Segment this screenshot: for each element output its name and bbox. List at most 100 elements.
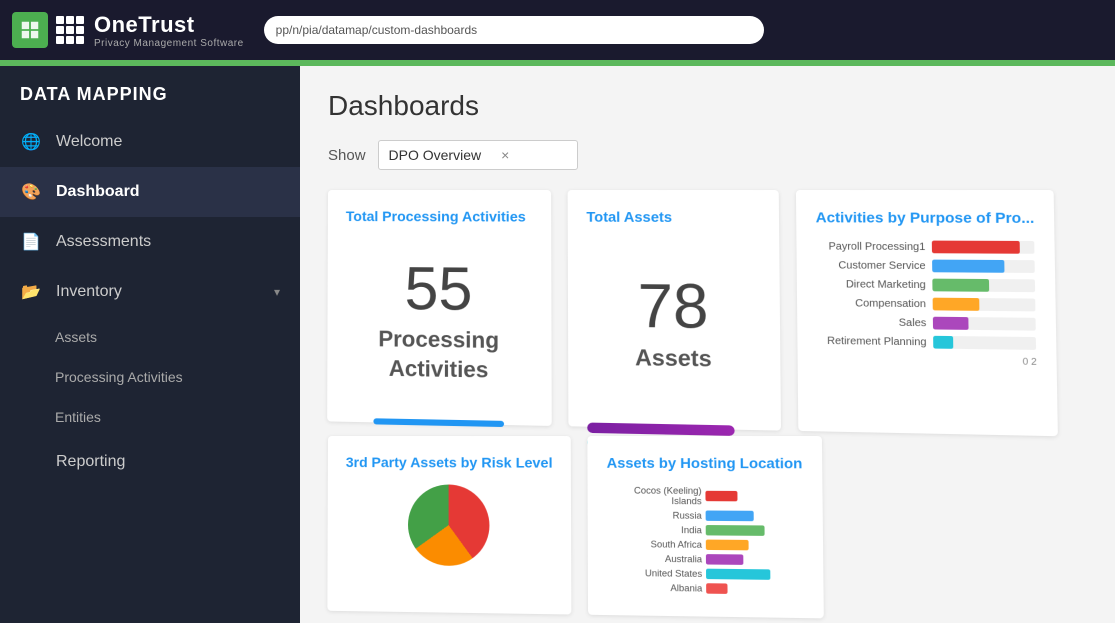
card-hosting: Assets by Hosting Location Cocos (Keelin… [588,436,824,618]
chart-bar-fill [933,317,969,330]
chevron-down-icon: ▾ [274,285,280,299]
chart-bar-label: Customer Service [816,259,926,271]
card-activities-purpose: Activities by Purpose of Pro... Payroll … [796,190,1058,436]
card-title-purpose: Activities by Purpose of Pro... [816,209,1035,226]
assets-number: 78 [638,275,709,338]
hosting-bar [706,525,765,536]
chart-bar-label: Retirement Planning [817,335,927,348]
hosting-row: India [607,524,803,536]
sidebar-item-label: Inventory [56,283,122,301]
chart-row: Payroll Processing1 [816,240,1035,254]
sidebar-item-inventory[interactable]: 📂 Inventory ▾ [0,267,300,317]
card-title-hosting: Assets by Hosting Location [607,454,803,471]
sidebar-item-label: Dashboard [56,183,140,201]
main-layout: DATA MAPPING 🌐 Welcome 🎨 Dashboard 📄 Ass… [0,66,1115,623]
chart-row: Customer Service [816,259,1035,273]
chart-bar-fill [932,260,1004,273]
palette-icon: 🎨 [20,181,42,203]
card-title-assets: Total Assets [586,208,759,225]
hosting-label: Australia [607,553,702,564]
sidebar-item-assessments[interactable]: 📄 Assessments [0,217,300,267]
card-title-third-party: 3rd Party Assets by Risk Level [346,454,553,471]
card-third-party: 3rd Party Assets by Risk Level [327,436,571,615]
assets-progress-purple [587,423,735,436]
hosting-bar [706,510,754,521]
hosting-bar [706,540,749,551]
chart-row: Sales [817,316,1036,331]
hosting-bar [706,554,743,565]
card-total-assets: Total Assets 78 Assets [568,190,781,431]
chart-bar-container [932,241,1035,254]
hosting-label: United States [607,568,702,579]
hosting-label: Russia [607,510,702,521]
hosting-label: South Africa [607,539,702,550]
chart-bar-label: Payroll Processing1 [816,241,925,253]
card-total-processing: Total Processing Activities 55 Processin… [327,190,552,426]
show-select-clear[interactable]: × [501,147,509,163]
app-logo-icon [12,12,48,48]
chart-row: Compensation [816,297,1035,312]
sidebar-sub-item-assets[interactable]: Assets [0,317,300,357]
grid-icon [56,16,84,44]
card-center-processing: 55 Processing Activities [345,238,533,407]
folder-icon: 📂 [20,281,42,303]
logo-text: OneTrust Privacy Management Software [94,12,244,49]
sidebar-sub-item-processing-activities[interactable]: Processing Activities [0,357,300,397]
processing-label: Processing Activities [378,325,499,385]
hosting-bar [706,569,770,580]
hosting-row: Cocos (Keeling) Islands [607,485,803,507]
show-label: Show [328,147,366,164]
sidebar-sub-item-entities[interactable]: Entities [0,397,300,437]
show-row: Show DPO Overview × [328,140,1087,170]
hosting-chart: Cocos (Keeling) Islands Russia India Sou… [607,485,804,595]
axis-label: 0 2 [817,353,1037,367]
hosting-row: Albania [607,582,804,595]
sidebar-item-label: Assessments [56,233,151,251]
hosting-row: Australia [607,553,803,565]
page-title: Dashboards [328,90,1087,122]
card-center-assets: 78 Assets [587,239,762,411]
chart-bar-fill [933,298,979,311]
chart-bar-container [933,298,1036,312]
hosting-bar [706,491,738,502]
sidebar-item-label: Welcome [56,133,122,151]
sidebar-section-title: DATA MAPPING [0,66,300,117]
hosting-label: India [607,524,702,535]
chart-row: Retirement Planning [817,334,1037,350]
hosting-row: United States [607,568,803,581]
hosting-row: Russia [607,510,803,522]
globe-icon: 🌐 [20,131,42,153]
processing-number: 55 [405,259,473,320]
sidebar: DATA MAPPING 🌐 Welcome 🎨 Dashboard 📄 Ass… [0,66,300,623]
sidebar-item-welcome[interactable]: 🌐 Welcome [0,117,300,167]
hosting-row: South Africa [607,539,803,551]
top-bar: OneTrust Privacy Management Software pp/… [0,0,1115,60]
chart-bar-container [933,336,1036,350]
purpose-chart: Payroll Processing1 Customer Service Dir… [816,240,1037,350]
sidebar-item-dashboard[interactable]: 🎨 Dashboard [0,167,300,217]
content-area: Dashboards Show DPO Overview × Total Pro… [300,66,1115,623]
hosting-label: Albania [607,582,702,594]
chart-bar-label: Direct Marketing [816,278,926,290]
chart-bar-fill [932,241,1020,254]
card-title-processing: Total Processing Activities [346,208,533,225]
pie-chart [408,484,490,566]
show-select[interactable]: DPO Overview × [378,140,578,170]
chart-row: Direct Marketing [816,278,1035,292]
chart-bar-fill [933,336,954,349]
processing-progress-bar [373,418,504,427]
reporting-icon [20,451,42,473]
show-select-value: DPO Overview [389,147,482,163]
hosting-bar [707,583,728,594]
sidebar-item-reporting[interactable]: Reporting [0,437,300,487]
chart-bar-container [933,317,1036,331]
chart-bar-container [932,279,1035,293]
assets-label: Assets [635,343,712,374]
chart-bar-label: Sales [817,316,927,329]
hosting-label: Cocos (Keeling) Islands [607,485,702,506]
document-icon: 📄 [20,231,42,253]
url-bar[interactable]: pp/n/pia/datamap/custom-dashboards [264,16,764,44]
chart-bar-container [932,260,1035,273]
chart-bar-label: Compensation [816,297,926,310]
chart-bar-fill [932,279,989,292]
